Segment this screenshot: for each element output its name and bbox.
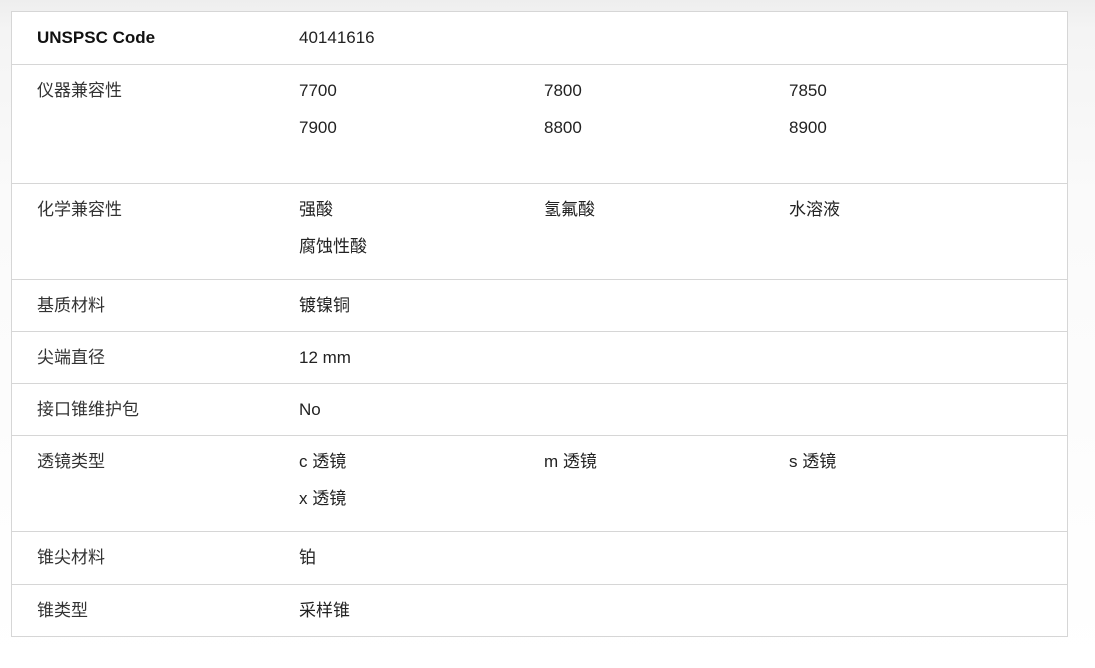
spec-value: 40141616	[299, 28, 375, 47]
spec-row-cone-type: 锥类型 采样锥	[12, 584, 1067, 636]
spec-value: 7800	[544, 81, 582, 100]
spec-value: 12 mm	[299, 348, 351, 367]
spec-row-tip-diameter: 尖端直径 12 mm	[12, 331, 1067, 383]
spec-values: c 透镜 m 透镜 s 透镜 x 透镜	[299, 452, 1039, 509]
spec-value: No	[299, 400, 321, 419]
spec-value: 水溶液	[789, 200, 840, 219]
spec-label: 化学兼容性	[37, 200, 122, 219]
spec-label: UNSPSC Code	[37, 28, 156, 47]
spec-value: 氢氟酸	[544, 200, 595, 219]
spec-values: No	[299, 400, 1039, 420]
spec-label: 透镜类型	[37, 452, 105, 471]
spec-label: 接口锥维护包	[37, 400, 139, 419]
spec-label: 基质材料	[37, 296, 105, 315]
spec-value: 8800	[544, 118, 582, 137]
spec-row-matrix-material: 基质材料 镀镍铜	[12, 279, 1067, 331]
spec-row-instrument-compatibility: 仪器兼容性 7700 7800 7850 7900 8800 8900	[12, 64, 1067, 183]
specifications-table: UNSPSC Code 40141616 仪器兼容性 7700 7800 785…	[11, 11, 1068, 637]
spec-values: 采样锥	[299, 601, 1039, 621]
spec-value: 强酸	[299, 200, 333, 219]
spec-value: 8900	[789, 118, 827, 137]
spec-row-unspsc-code: UNSPSC Code 40141616	[12, 12, 1067, 64]
spec-label: 锥尖材料	[37, 548, 105, 567]
spec-value: 铂	[299, 548, 316, 567]
spec-row-interface-cone-maintenance-kit: 接口锥维护包 No	[12, 383, 1067, 435]
spec-row-lens-type: 透镜类型 c 透镜 m 透镜 s 透镜 x 透镜	[12, 435, 1067, 531]
spec-value: m 透镜	[544, 452, 597, 471]
spec-values: 强酸 氢氟酸 水溶液 腐蚀性酸	[299, 200, 1039, 257]
spec-value: x 透镜	[299, 489, 347, 508]
spec-label: 锥类型	[37, 601, 88, 620]
spec-values: 12 mm	[299, 348, 1039, 368]
spec-values: 镀镍铜	[299, 296, 1039, 316]
spec-value: s 透镜	[789, 452, 837, 471]
spec-label: 尖端直径	[37, 348, 105, 367]
spec-values: 铂	[299, 548, 1039, 568]
spec-value: 7700	[299, 81, 337, 100]
spec-row-cone-tip-material: 锥尖材料 铂	[12, 531, 1067, 584]
spec-values: 40141616	[299, 28, 1039, 48]
spec-value: 7900	[299, 118, 337, 137]
spec-row-chemical-compatibility: 化学兼容性 强酸 氢氟酸 水溶液 腐蚀性酸	[12, 183, 1067, 279]
spec-values: 7700 7800 7850 7900 8800 8900	[299, 81, 1039, 138]
spec-value: 镀镍铜	[299, 296, 350, 315]
spec-value: 采样锥	[299, 601, 350, 620]
spec-value: c 透镜	[299, 452, 347, 471]
spec-value: 7850	[789, 81, 827, 100]
spec-value: 腐蚀性酸	[299, 237, 367, 256]
spec-label: 仪器兼容性	[37, 81, 122, 100]
